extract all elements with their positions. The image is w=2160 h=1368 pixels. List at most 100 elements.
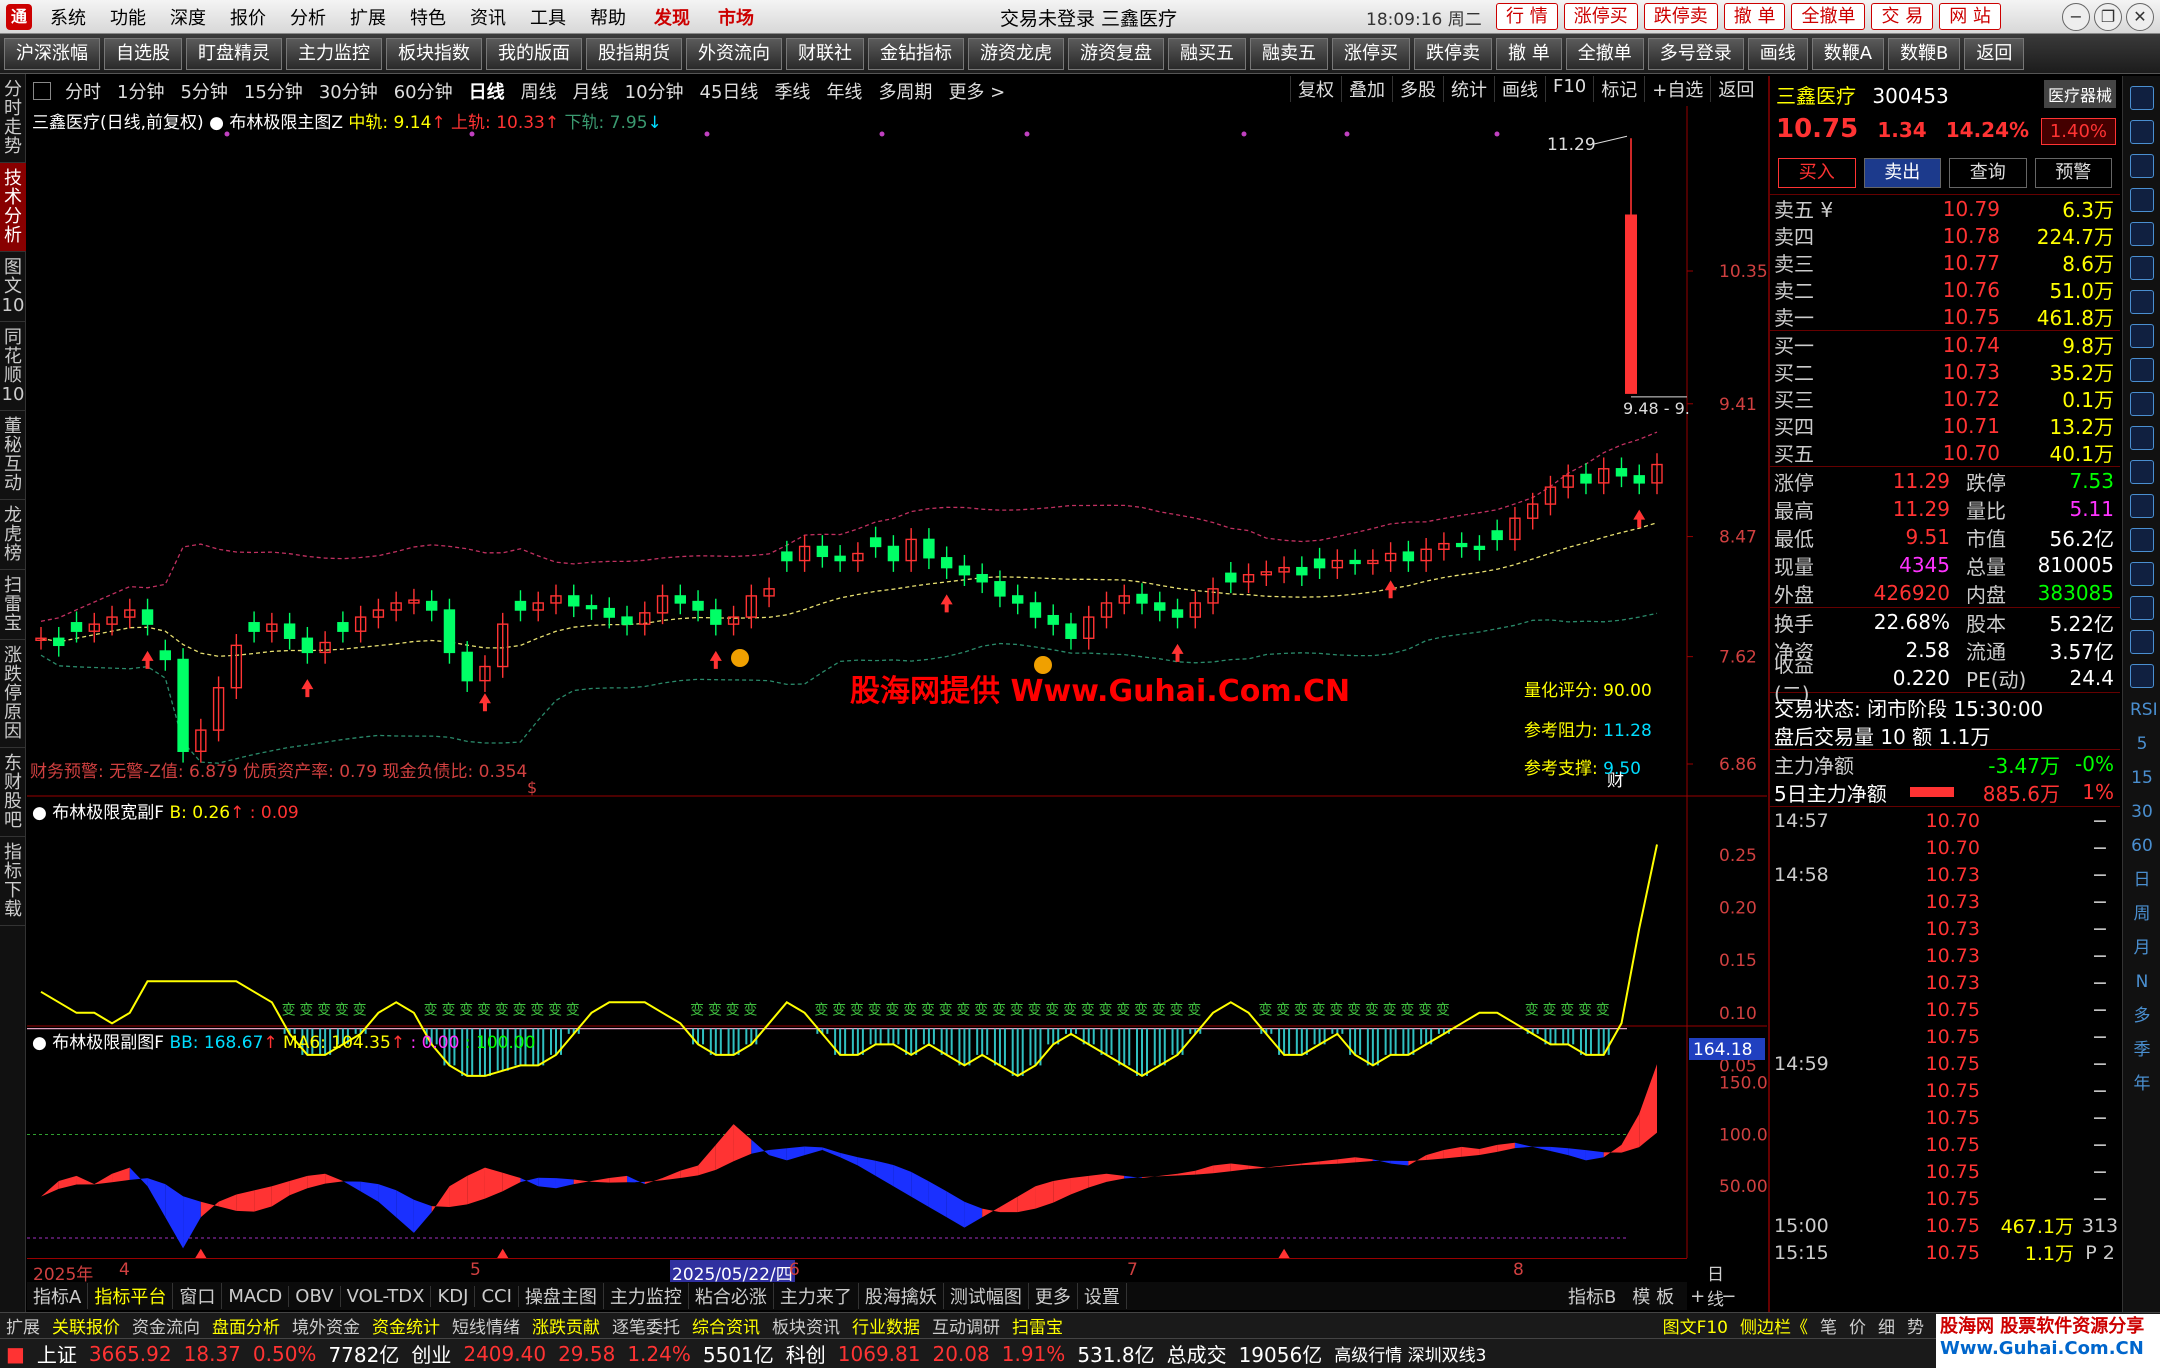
indicator-toggle-icon[interactable]: ●	[209, 113, 224, 133]
chart-func-button[interactable]: 标记	[1593, 76, 1644, 102]
period-shortcut-icon[interactable]: 日	[2130, 868, 2154, 892]
tool-icon[interactable]	[2130, 494, 2154, 518]
period-shortcut-icon[interactable]: 年	[2130, 1072, 2154, 1096]
quick-button[interactable]: 撤 单	[1723, 3, 1786, 30]
tool-icon[interactable]	[2130, 596, 2154, 620]
chart-func-button[interactable]: 画线	[1494, 76, 1545, 102]
toolbar-button[interactable]: 画线	[1747, 37, 1808, 70]
order-row[interactable]: 买三 10.72 0.1万	[1770, 385, 2120, 413]
action-button[interactable]: 卖出	[1863, 158, 1941, 188]
left-tab[interactable]: 董秘互动	[0, 411, 26, 500]
status-tab[interactable]: 板块资讯	[766, 1313, 846, 1338]
menu-item[interactable]: 资讯	[458, 4, 518, 30]
quick-button[interactable]: 网 站	[1939, 3, 2001, 30]
indicator-tab[interactable]: OBV	[289, 1285, 341, 1307]
indicator-tab[interactable]: 主力监控	[604, 1283, 689, 1309]
sub2-indicator-name[interactable]: 布林极限副图F	[52, 1033, 164, 1053]
toolbar-button[interactable]: 沪深涨幅	[4, 37, 100, 70]
toolbar-button[interactable]: 融卖五	[1250, 37, 1328, 70]
toolbar-button[interactable]: 融买五	[1168, 37, 1246, 70]
indicator-tab[interactable]: 更多	[1029, 1283, 1078, 1309]
sh-index[interactable]: 3665.92	[83, 1342, 178, 1366]
indicator-tool[interactable]: −	[1713, 1286, 1744, 1307]
order-row[interactable]: 卖三 10.77 8.6万	[1770, 249, 2120, 277]
status-right-tab[interactable]: 势	[1901, 1313, 1930, 1338]
indicator-tab[interactable]: MACD	[222, 1285, 290, 1307]
left-tab[interactable]: 图文10	[0, 252, 26, 322]
toolbar-button[interactable]: 跌停卖	[1414, 37, 1492, 70]
status-tab[interactable]: 盘面分析	[206, 1313, 286, 1338]
menu-item[interactable]: 系统	[38, 4, 98, 30]
indicator-tab[interactable]: 股海擒妖	[859, 1283, 944, 1309]
status-tab[interactable]: 资金统计	[366, 1313, 446, 1338]
toolbar-button[interactable]: 数鞭A	[1811, 37, 1885, 70]
status-tab[interactable]: 短线情绪	[446, 1313, 526, 1338]
period-tab[interactable]: 多周期	[870, 78, 940, 104]
chart-func-button[interactable]: 多股	[1392, 76, 1443, 102]
toolbar-button[interactable]: 自选股	[104, 37, 182, 70]
left-tab[interactable]: 东财股吧	[0, 748, 26, 837]
menu-item[interactable]: 功能	[98, 4, 158, 30]
order-row[interactable]: 卖一 10.75 461.8万	[1770, 303, 2120, 331]
menu-item[interactable]: 分析	[278, 4, 338, 30]
tool-icon[interactable]	[2130, 290, 2154, 314]
status-tab[interactable]: 资金流向	[126, 1313, 206, 1338]
period-tab[interactable]: 月线	[565, 78, 617, 104]
quick-button[interactable]: 涨停买	[1563, 3, 1638, 30]
menu-item[interactable]: 帮助	[578, 4, 638, 30]
chart-func-button[interactable]: +自选	[1644, 76, 1710, 102]
period-tab[interactable]: 周线	[513, 78, 565, 104]
chart-func-button[interactable]: 叠加	[1341, 76, 1392, 102]
period-tab[interactable]: 5分钟	[172, 78, 235, 104]
market-menu[interactable]: 市场	[706, 4, 766, 30]
chart-func-button[interactable]: 返回	[1710, 76, 1761, 102]
left-tab[interactable]: 技术分析	[0, 163, 26, 252]
period-tab[interactable]: 更多 >	[940, 78, 1013, 104]
tool-icon[interactable]	[2130, 324, 2154, 348]
close-icon[interactable]: ✕	[2126, 3, 2154, 31]
tool-icon[interactable]	[2130, 528, 2154, 552]
toolbar-button[interactable]: 游资复盘	[1068, 37, 1164, 70]
toolbar-button[interactable]: 财联社	[786, 37, 864, 70]
action-button[interactable]: 预警	[2034, 158, 2112, 188]
indicator-tab[interactable]: VOL-TDX	[341, 1285, 432, 1307]
toolbar-button[interactable]: 我的版面	[486, 37, 582, 70]
tool-icon[interactable]	[2130, 120, 2154, 144]
indicator-tool[interactable]: 指标B	[1560, 1283, 1624, 1309]
action-button[interactable]: 查询	[1949, 158, 2027, 188]
period-tab[interactable]: 1分钟	[109, 78, 172, 104]
status-tab[interactable]: 综合资讯	[686, 1313, 766, 1338]
period-tab[interactable]: 年线	[818, 78, 870, 104]
indicator-tab[interactable]: KDJ	[431, 1285, 476, 1307]
chart-func-button[interactable]: F10	[1545, 76, 1593, 102]
menu-item[interactable]: 报价	[218, 4, 278, 30]
restore-icon[interactable]: ❐	[2094, 3, 2122, 31]
period-tab[interactable]: 45日线	[692, 78, 767, 104]
tool-icon[interactable]	[2130, 460, 2154, 484]
period-shortcut-icon[interactable]: 季	[2130, 1038, 2154, 1062]
sub1-indicator-name[interactable]: 布林极限宽副F	[52, 803, 164, 823]
status-right-tab[interactable]: 图文F10	[1657, 1313, 1734, 1338]
tool-icon[interactable]	[2130, 664, 2154, 688]
indicator-tab[interactable]: 设置	[1078, 1283, 1127, 1309]
status-tab[interactable]: 扫雷宝	[1006, 1313, 1069, 1338]
left-tab[interactable]: 涨跌停原因	[0, 640, 26, 748]
status-tab[interactable]: 境外资金	[286, 1313, 366, 1338]
menu-item[interactable]: 深度	[158, 4, 218, 30]
indicator-tab[interactable]: 指标A	[27, 1283, 89, 1309]
period-shortcut-icon[interactable]: 5	[2130, 732, 2154, 756]
quick-button[interactable]: 全撤单	[1791, 3, 1866, 30]
quick-button[interactable]: 跌停卖	[1643, 3, 1718, 30]
quick-button[interactable]: 行 情	[1496, 3, 1558, 30]
order-row[interactable]: 卖二 10.76 51.0万	[1770, 276, 2120, 304]
toolbar-button[interactable]: 板块指数	[386, 37, 482, 70]
menu-item[interactable]: 工具	[518, 4, 578, 30]
toolbar-button[interactable]: 盯盘精灵	[186, 37, 282, 70]
chart-func-button[interactable]: 复权	[1290, 76, 1341, 102]
tool-icon[interactable]	[2130, 222, 2154, 246]
period-tab[interactable]: 季线	[766, 78, 818, 104]
status-right-tab[interactable]: 价	[1843, 1313, 1872, 1338]
toolbar-button[interactable]: 主力监控	[286, 37, 382, 70]
tool-icon[interactable]	[2130, 256, 2154, 280]
period-shortcut-icon[interactable]: 15	[2130, 766, 2154, 790]
